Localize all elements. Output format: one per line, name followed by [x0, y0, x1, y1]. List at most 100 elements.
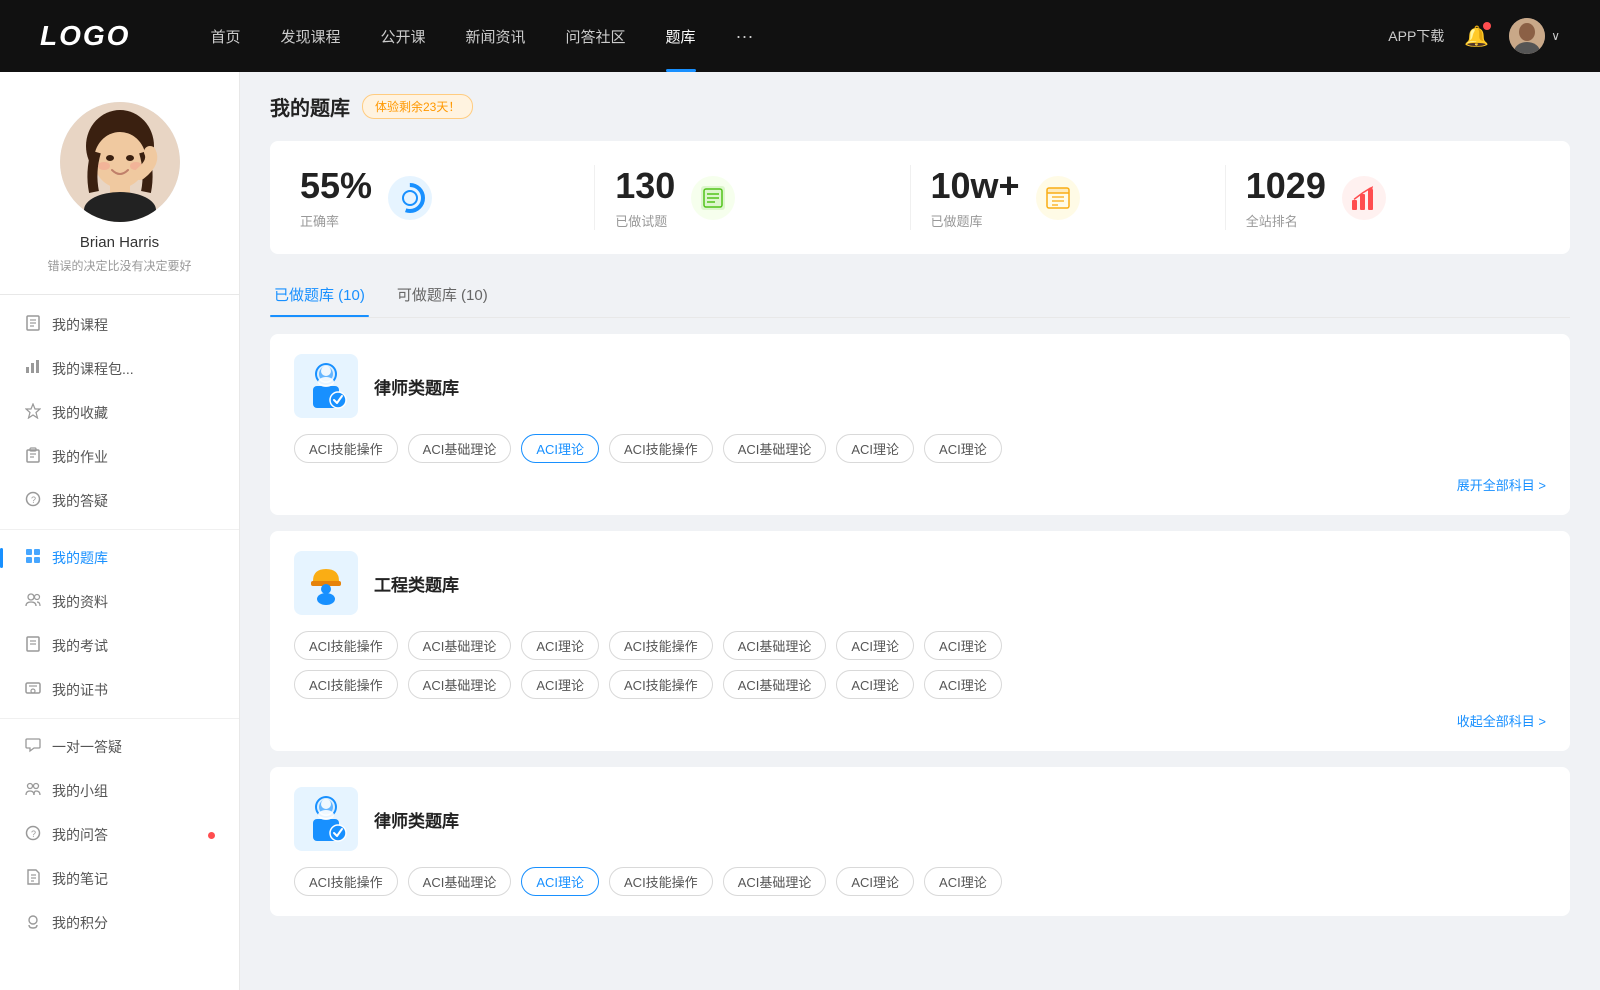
sidebar-item-my-cert[interactable]: 我的证书 [0, 668, 239, 712]
stat-done-questions: 130 已做试题 [595, 165, 910, 230]
trial-badge: 体验剩余23天！ [362, 94, 473, 119]
svg-text:?: ? [31, 829, 36, 839]
sidebar-item-my-points[interactable]: 我的积分 [0, 901, 239, 945]
sidebar-item-my-qbank[interactable]: 我的题库 [0, 536, 239, 580]
tag-item[interactable]: ACI基础理论 [408, 670, 512, 699]
tag-item[interactable]: ACI理论 [924, 867, 1002, 896]
sidebar-label-my-materials: 我的资料 [52, 592, 215, 612]
sidebar-label-my-qa: 我的答疑 [52, 491, 215, 511]
tag-item[interactable]: ACI技能操作 [294, 434, 398, 463]
nav-links: 首页 发现课程 公开课 新闻资讯 问答社区 题库 ··· [190, 0, 1388, 72]
tab-done[interactable]: 已做题库 (10) [270, 274, 369, 317]
qbank-lawyer-1-tags: ACI技能操作 ACI基础理论 ACI理论 ACI技能操作 ACI基础理论 AC… [294, 434, 1546, 463]
qbank-lawyer-1-footer: 展开全部科目 > [294, 475, 1546, 495]
tag-item[interactable]: ACI技能操作 [609, 631, 713, 660]
qbank-lawyer-1-icon [294, 354, 358, 418]
tag-item[interactable]: ACI理论 [836, 867, 914, 896]
tag-item[interactable]: ACI技能操作 [294, 867, 398, 896]
sidebar-label-my-package: 我的课程包... [52, 359, 215, 379]
tag-item[interactable]: ACI基础理论 [723, 670, 827, 699]
tag-item[interactable]: ACI技能操作 [609, 434, 713, 463]
sidebar-item-my-question[interactable]: ? 我的问答 [0, 813, 239, 857]
sidebar-item-my-notes[interactable]: 我的笔记 [0, 857, 239, 901]
svg-text:?: ? [31, 495, 36, 505]
tag-item[interactable]: ACI理论 [836, 670, 914, 699]
sidebar-label-my-points: 我的积分 [52, 913, 215, 933]
tag-item[interactable]: ACI技能操作 [609, 670, 713, 699]
stat-rank-value: 1029 [1246, 165, 1326, 207]
collapse-button[interactable]: 收起全部科目 > [1457, 714, 1546, 729]
main-content: 我的题库 体验剩余23天！ 55% 正确率 [240, 72, 1600, 990]
tag-item[interactable]: ACI理论 [924, 670, 1002, 699]
stat-correct-icon [388, 176, 432, 220]
tag-item[interactable]: ACI基础理论 [723, 434, 827, 463]
sidebar-label-my-question: 我的问答 [52, 825, 198, 845]
nav-more[interactable]: ··· [716, 0, 774, 72]
tag-item[interactable]: ACI技能操作 [294, 670, 398, 699]
tag-item[interactable]: ACI理论 [521, 631, 599, 660]
sidebar-item-my-qa[interactable]: ? 我的答疑 [0, 479, 239, 523]
tag-item-active[interactable]: ACI理论 [521, 434, 599, 463]
stat-rank-label: 全站排名 [1246, 211, 1326, 230]
page-title: 我的题库 [270, 92, 350, 121]
tabs: 已做题库 (10) 可做题库 (10) [270, 274, 1570, 318]
tag-item-active[interactable]: ACI理论 [521, 867, 599, 896]
qbank-lawyer-2-tags: ACI技能操作 ACI基础理论 ACI理论 ACI技能操作 ACI基础理论 AC… [294, 867, 1546, 896]
expand-button[interactable]: 展开全部科目 > [1457, 478, 1546, 493]
cert-icon [24, 680, 42, 700]
nav-avatar-wrap[interactable]: ∨ [1509, 18, 1560, 54]
nav-app-download[interactable]: APP下载 [1388, 26, 1444, 46]
sidebar-item-my-package[interactable]: 我的课程包... [0, 347, 239, 391]
notification-dot [208, 832, 215, 839]
sidebar-item-my-course[interactable]: 我的课程 [0, 303, 239, 347]
sidebar-divider-1 [0, 529, 239, 530]
tag-item[interactable]: ACI理论 [924, 631, 1002, 660]
bell-dot [1483, 22, 1491, 30]
stat-rank-icon [1342, 176, 1386, 220]
sidebar-item-my-materials[interactable]: 我的资料 [0, 580, 239, 624]
nav-news[interactable]: 新闻资讯 [446, 0, 546, 72]
sidebar-item-my-group[interactable]: 我的小组 [0, 769, 239, 813]
sidebar-label-my-notes: 我的笔记 [52, 869, 215, 889]
tag-item[interactable]: ACI理论 [924, 434, 1002, 463]
logo[interactable]: LOGO [40, 20, 130, 52]
stat-done-banks-icon [1036, 176, 1080, 220]
qbank-card-lawyer-1: 律师类题库 ACI技能操作 ACI基础理论 ACI理论 ACI技能操作 ACI基… [270, 334, 1570, 515]
sidebar-item-my-homework[interactable]: 我的作业 [0, 435, 239, 479]
nav-discover[interactable]: 发现课程 [260, 0, 360, 72]
sidebar-label-my-group: 我的小组 [52, 781, 215, 801]
stat-done-banks: 10w+ 已做题库 [911, 165, 1226, 230]
stat-done-banks-label: 已做题库 [931, 211, 1020, 230]
qbank-card-lawyer-2: 律师类题库 ACI技能操作 ACI基础理论 ACI理论 ACI技能操作 ACI基… [270, 767, 1570, 916]
tag-item[interactable]: ACI基础理论 [723, 867, 827, 896]
stat-rank-text: 1029 全站排名 [1246, 165, 1326, 230]
sidebar-item-one-on-one[interactable]: 一对一答疑 [0, 725, 239, 769]
tag-item[interactable]: ACI技能操作 [609, 867, 713, 896]
qbank-lawyer-2-icon [294, 787, 358, 851]
sidebar-item-my-exam[interactable]: 我的考试 [0, 624, 239, 668]
sidebar-item-my-favorites[interactable]: 我的收藏 [0, 391, 239, 435]
tag-item[interactable]: ACI基础理论 [408, 631, 512, 660]
tab-todo[interactable]: 可做题库 (10) [393, 274, 492, 317]
points-icon [24, 913, 42, 933]
sidebar-label-my-qbank: 我的题库 [52, 548, 215, 568]
nav-home[interactable]: 首页 [190, 0, 260, 72]
nav-right: APP下载 🔔 ∨ [1388, 18, 1560, 54]
qbank-lawyer-2-name: 律师类题库 [374, 807, 459, 832]
stat-correct-rate-text: 55% 正确率 [300, 165, 372, 230]
tag-item[interactable]: ACI理论 [836, 631, 914, 660]
nav-qa[interactable]: 问答社区 [546, 0, 646, 72]
tag-item[interactable]: ACI基础理论 [408, 434, 512, 463]
tag-item[interactable]: ACI技能操作 [294, 631, 398, 660]
tag-item[interactable]: ACI理论 [521, 670, 599, 699]
tag-item[interactable]: ACI基础理论 [723, 631, 827, 660]
nav-qbank[interactable]: 题库 [646, 0, 716, 72]
nav-open-course[interactable]: 公开课 [360, 0, 445, 72]
bar-chart-icon [24, 359, 42, 379]
nav-bell[interactable]: 🔔 [1464, 24, 1489, 49]
tag-item[interactable]: ACI理论 [836, 434, 914, 463]
stat-done-questions-label: 已做试题 [615, 211, 675, 230]
tag-item[interactable]: ACI基础理论 [408, 867, 512, 896]
file-icon [24, 315, 42, 335]
stats-card: 55% 正确率 130 已做试题 [270, 141, 1570, 254]
